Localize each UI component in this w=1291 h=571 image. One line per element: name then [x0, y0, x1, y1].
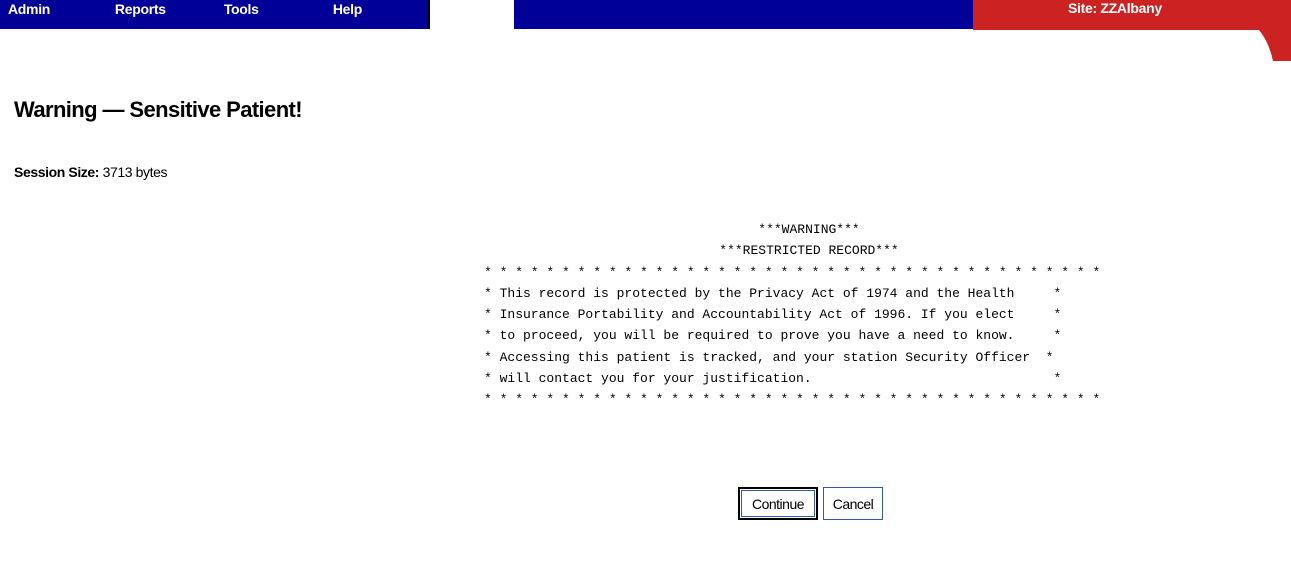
session-size: Session Size: 3713 bytes: [14, 164, 167, 180]
menu-help[interactable]: Help: [321, 0, 428, 29]
site-tab: Site: ZZAlbany: [973, 0, 1291, 61]
menu-admin[interactable]: Admin: [0, 0, 107, 29]
warning-text-line: * Accessing this patient is tracked, and…: [484, 349, 1054, 365]
warning-text-line: * will contact you for your justificatio…: [484, 371, 1062, 387]
action-buttons: Continue Cancel: [738, 487, 883, 520]
warning-heading: ***WARNING***: [758, 222, 860, 237]
warning-border-top: * * * * * * * * * * * * * * * * * * * * …: [484, 264, 1101, 280]
header-band: [514, 0, 974, 29]
page-title: Warning — Sensitive Patient!: [14, 97, 303, 122]
menu-reports[interactable]: Reports: [107, 0, 214, 29]
restricted-record-heading: ***RESTRICTED RECORD***: [719, 243, 899, 259]
continue-button[interactable]: Continue: [738, 487, 818, 520]
cancel-button[interactable]: Cancel: [823, 487, 883, 520]
menu-tools[interactable]: Tools: [214, 0, 321, 29]
session-size-value: 3713 bytes: [102, 164, 168, 180]
session-size-label: Session Size:: [14, 164, 100, 180]
site-label: Site: ZZAlbany: [1068, 0, 1162, 16]
warning-text-line: * Insurance Portability and Accountabili…: [484, 307, 1062, 323]
restricted-record-warning: ***WARNING*** ***RESTRICTED RECORD*** * * …: [484, 219, 1144, 411]
warning-text-line: * to proceed, you will be required to pr…: [484, 328, 1062, 344]
warning-border-bottom: * * * * * * * * * * * * * * * * * * * * …: [484, 392, 1101, 408]
warning-text-line: * This record is protected by the Privac…: [484, 285, 1062, 301]
top-menu-bar: Admin Reports Tools Help: [0, 0, 430, 29]
